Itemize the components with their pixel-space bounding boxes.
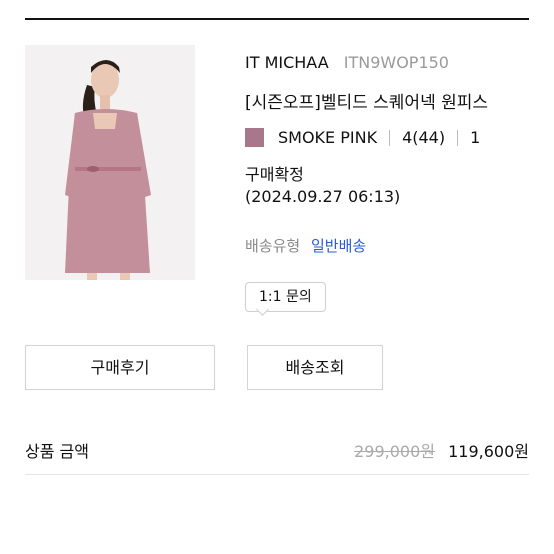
shipping-label: 배송유형 <box>245 237 301 255</box>
product-code: ITN9WOP150 <box>343 53 449 72</box>
color-name: SMOKE PINK <box>278 128 378 147</box>
product-image[interactable] <box>25 45 195 280</box>
option-divider <box>457 129 459 146</box>
track-delivery-button[interactable]: 배송조회 <box>247 345 383 390</box>
brand-name[interactable]: IT MICHAA <box>245 53 329 72</box>
quantity-value: 1 <box>470 128 481 147</box>
product-name[interactable]: [시즌오프]벨티드 스퀘어넥 원피스 <box>245 88 488 113</box>
write-review-button[interactable]: 구매후기 <box>25 345 215 390</box>
bottom-divider <box>25 474 529 475</box>
option-row: SMOKE PINK 4(44) 1 <box>245 128 480 147</box>
original-price: 299,000원 <box>354 442 436 461</box>
final-price: 119,600원 <box>448 442 529 461</box>
shipping-row: 배송유형 일반배송 <box>245 235 366 256</box>
dress-model-illustration <box>25 45 195 280</box>
size-value: 4(44) <box>402 128 446 147</box>
price-label: 상품 금액 <box>25 442 89 461</box>
option-divider <box>389 129 391 146</box>
brand-row: IT MICHAA ITN9WOP150 <box>245 53 449 72</box>
order-datetime: (2024.09.27 06:13) <box>245 187 401 206</box>
top-divider <box>25 18 529 20</box>
shipping-value: 일반배송 <box>310 237 367 255</box>
order-status: 구매확정 <box>245 165 304 184</box>
price-values: 299,000원 119,600원 <box>354 438 529 462</box>
color-swatch <box>245 128 264 147</box>
